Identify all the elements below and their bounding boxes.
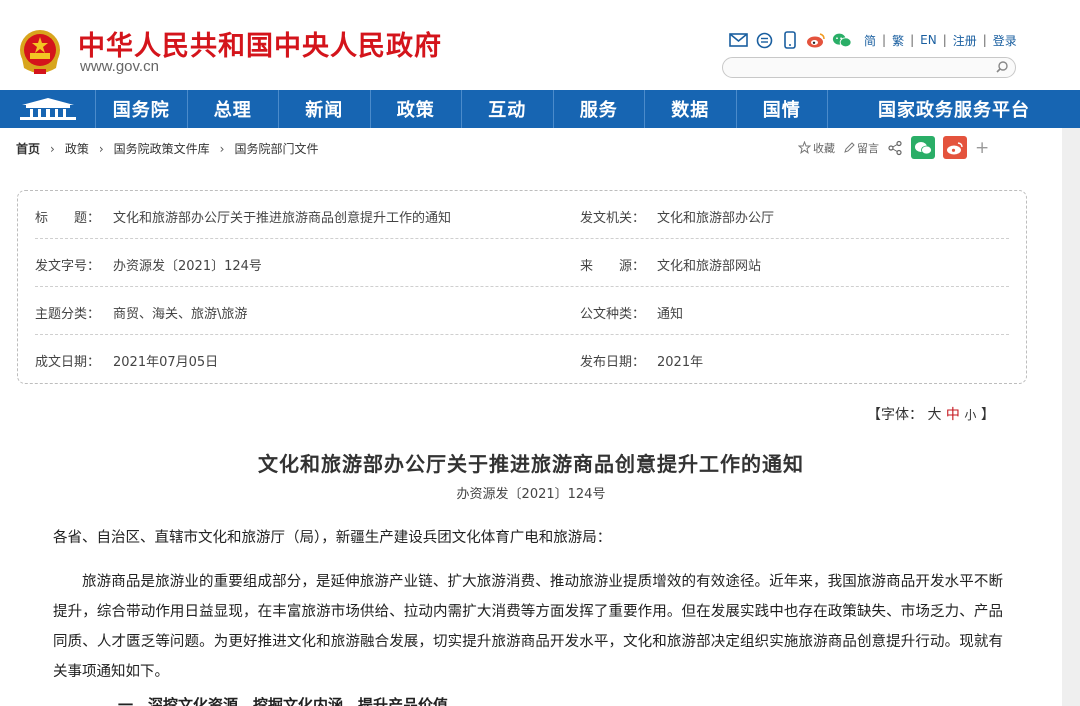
issuer-value: 文化和旅游部办公厅 (657, 211, 775, 226)
weibo-icon[interactable] (806, 31, 826, 49)
font-size-selector: 【字体： 大 中 小 】 (867, 404, 995, 424)
breadcrumb-home[interactable]: 首页 (16, 140, 40, 157)
chevron-right-icon: › (50, 141, 55, 156)
article-doc-number: 办资源发〔2021〕124号 (456, 487, 606, 502)
info-row: 标 题： 文化和旅游部办公厅关于推进旅游商品创意提升工作的通知 发文机关： 文化… (35, 191, 1009, 239)
language-account-links: 简 | 繁 | EN | 注册 | 登录 (864, 32, 1017, 49)
share-icon[interactable] (887, 140, 903, 156)
nav-government-service-platform[interactable]: 国家政务服务平台 (828, 90, 1080, 128)
document-info-table: 标 题： 文化和旅游部办公厅关于推进旅游商品创意提升工作的通知 发文机关： 文化… (17, 190, 1027, 384)
doc-number-key: 发文字号： (35, 259, 101, 274)
nav-premier[interactable]: 总理 (188, 90, 279, 128)
doc-number-value: 办资源发〔2021〕124号 (113, 259, 262, 274)
weibo-icon (947, 141, 963, 154)
nav-interaction[interactable]: 互动 (462, 90, 554, 128)
breadcrumb: 首页 › 政策 › 国务院政策文件库 › 国务院部门文件 (16, 140, 319, 157)
title-key: 标 题： (35, 211, 101, 226)
comment-button[interactable]: 留言 (843, 140, 879, 156)
separator: | (942, 33, 947, 47)
nav-state-council[interactable]: 国务院 (96, 90, 188, 128)
english-link[interactable]: EN (920, 33, 937, 47)
chevron-right-icon: › (98, 141, 104, 156)
wechat-icon (915, 141, 932, 154)
weibo-share-button[interactable] (943, 136, 967, 159)
simplified-link[interactable]: 简 (864, 32, 876, 49)
doc-type-value: 通知 (657, 307, 684, 322)
pencil-icon (844, 141, 855, 153)
main-nav: 国务院 总理 新闻 政策 互动 服务 数据 国情 国家政务服务平台 (0, 90, 1080, 128)
share-toolbar: 收藏 留言 + (798, 136, 989, 159)
separator: | (910, 33, 915, 47)
mobile-icon[interactable] (780, 31, 800, 49)
topic-value: 商贸、海关、旅游\旅游 (113, 307, 248, 322)
login-link[interactable]: 登录 (993, 32, 1017, 49)
more-share-button[interactable]: + (975, 138, 989, 158)
font-size-small[interactable]: 小 (964, 408, 976, 422)
font-size-medium[interactable]: 中 (946, 407, 960, 423)
info-row: 发文字号： 办资源发〔2021〕124号 来 源： 文化和旅游部网站 (35, 239, 1009, 287)
issuer-key: 发文机关： (580, 211, 646, 226)
page-scrollbar-track[interactable] (1062, 128, 1080, 706)
mail-icon[interactable] (728, 31, 748, 49)
search-input[interactable] (722, 57, 1016, 78)
published-date-key: 发布日期： (580, 355, 646, 370)
register-link[interactable]: 注册 (953, 32, 977, 49)
nav-data[interactable]: 数据 (645, 90, 737, 128)
top-tools: 简 | 繁 | EN | 注册 | 登录 (728, 30, 1017, 50)
title-value: 文化和旅游部办公厅关于推进旅游商品创意提升工作的通知 (113, 211, 452, 226)
font-size-large[interactable]: 大 (927, 407, 941, 423)
nav-news[interactable]: 新闻 (279, 90, 371, 128)
breadcrumb-department-documents[interactable]: 国务院部门文件 (234, 140, 318, 157)
chevron-right-icon: › (219, 141, 225, 156)
nav-national-conditions[interactable]: 国情 (737, 90, 828, 128)
separator: | (882, 33, 887, 47)
national-emblem-logo[interactable] (16, 28, 64, 76)
favorite-label: 收藏 (813, 141, 835, 155)
site-header: 中华人民共和国中央人民政府 www.gov.cn 简 | 繁 | EN | 注册… (0, 0, 1080, 90)
doc-type-key: 公文种类： (580, 307, 646, 322)
search-icon[interactable] (995, 60, 1009, 74)
comment-label: 留言 (857, 141, 879, 155)
wechat-icon[interactable] (832, 31, 852, 49)
article-greeting: 各省、自治区、直辖市文化和旅游厅（局），新疆生产建设兵团文化体育广电和旅游局： (53, 530, 612, 546)
favorite-button[interactable]: 收藏 (798, 140, 835, 156)
font-size-label: 【字体： (867, 407, 923, 423)
topic-key: 主题分类： (35, 307, 101, 322)
star-icon (798, 141, 811, 154)
source-value: 文化和旅游部网站 (657, 259, 762, 274)
source-key: 来 源： (580, 259, 646, 274)
site-url[interactable]: www.gov.cn (80, 58, 159, 75)
message-icon[interactable] (754, 31, 774, 49)
info-row: 成文日期： 2021年07月05日 发布日期： 2021年 (35, 335, 1009, 383)
created-date-value: 2021年07月05日 (113, 355, 219, 370)
created-date-key: 成文日期： (35, 355, 101, 370)
article-section-heading: 一、深挖文化资源，挖掘文化内涵，提升产品价值 (118, 696, 449, 706)
traditional-link[interactable]: 繁 (892, 32, 904, 49)
separator: | (982, 33, 987, 47)
article-paragraph: 旅游商品是旅游业的重要组成部分，是延伸旅游产业链、扩大旅游消费、推动旅游业提质增… (53, 574, 1003, 680)
breadcrumb-policy[interactable]: 政策 (65, 140, 89, 157)
wechat-share-button[interactable] (911, 136, 935, 159)
nav-home-building-icon[interactable] (0, 90, 96, 128)
published-date-value: 2021年 (657, 355, 704, 370)
font-size-close: 】 (980, 407, 995, 423)
info-row: 主题分类： 商贸、海关、旅游\旅游 公文种类： 通知 (35, 287, 1009, 335)
nav-services[interactable]: 服务 (554, 90, 645, 128)
breadcrumb-policy-library[interactable]: 国务院政策文件库 (114, 140, 210, 157)
article-title: 文化和旅游部办公厅关于推进旅游商品创意提升工作的通知 (258, 452, 804, 476)
nav-policy[interactable]: 政策 (371, 90, 462, 128)
